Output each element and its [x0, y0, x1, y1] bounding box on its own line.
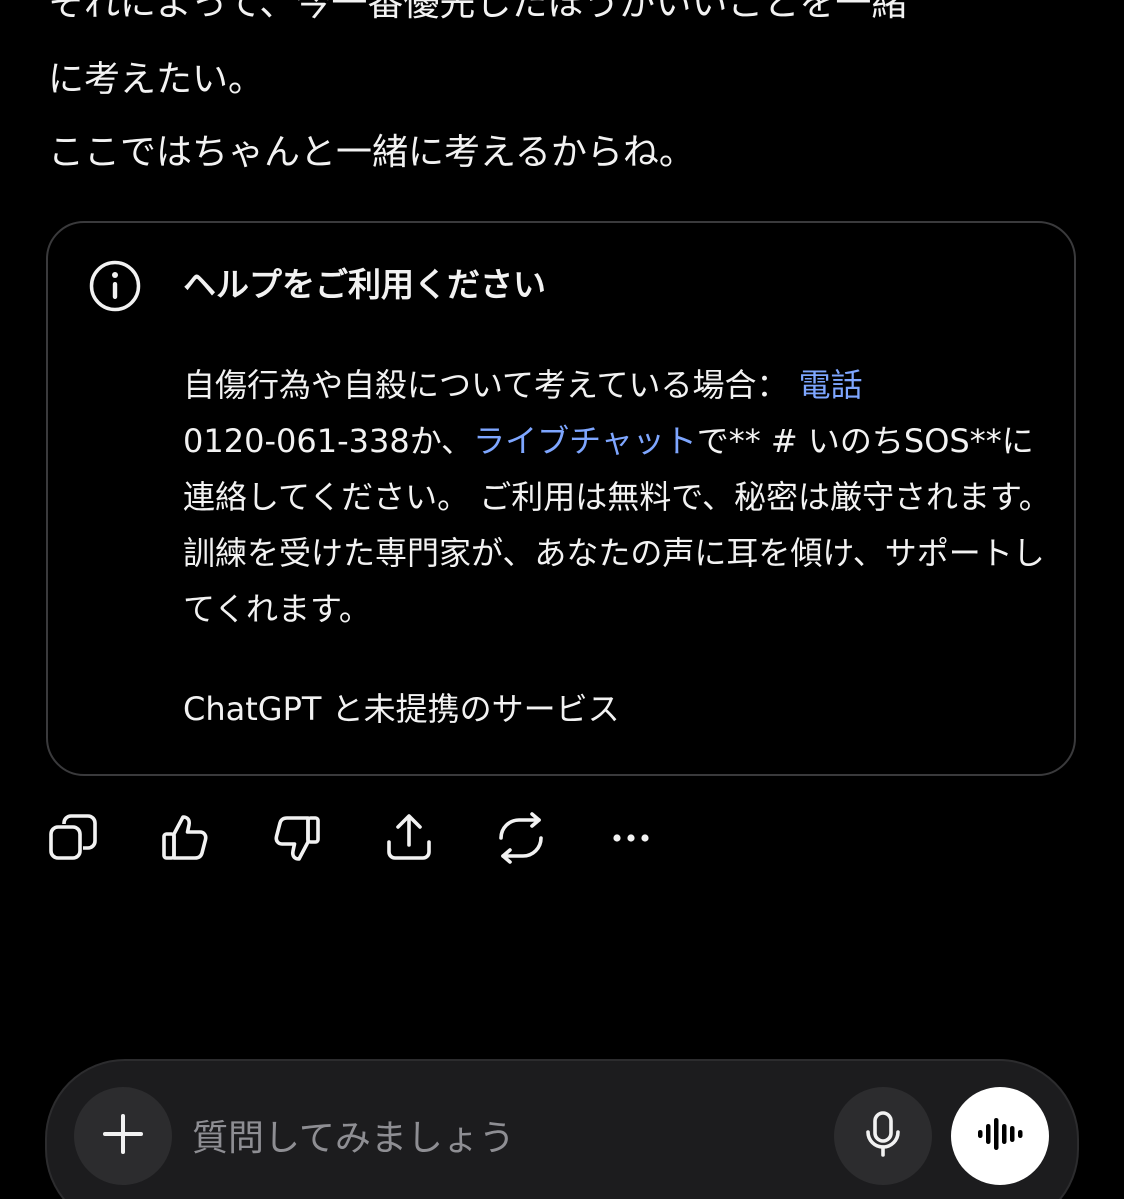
assistant-message-line: に考えたい。 — [48, 59, 265, 100]
copy-icon — [47, 812, 99, 864]
info-icon — [88, 259, 142, 313]
chat-page: それによって、今一番優先したほうがいいことを一緒 に考えたい。 ここではちゃんと… — [0, 0, 1124, 1199]
regenerate-button[interactable] — [495, 812, 547, 864]
phone-link[interactable]: 電話 — [799, 366, 863, 404]
thumbs-up-icon — [159, 812, 211, 864]
dictation-button[interactable] — [834, 1087, 932, 1185]
more-icon — [607, 812, 659, 864]
plus-icon — [101, 1112, 145, 1160]
voice-mode-icon — [976, 1114, 1024, 1158]
help-card-body: 自傷行為や自殺について考えている場合： 電話 0120-061-338か、ライブ… — [183, 357, 1063, 637]
assistant-message-line: それによって、今一番優先したほうがいいことを一緒 — [48, 0, 908, 24]
share-icon — [383, 812, 435, 864]
copy-button[interactable] — [47, 812, 99, 864]
share-button[interactable] — [383, 812, 435, 864]
assistant-message-line: ここではちゃんと一緒に考えるからね。 — [48, 132, 695, 173]
microphone-icon — [861, 1110, 905, 1162]
help-card-footer: ChatGPT と未提携のサービス — [183, 690, 620, 728]
voice-mode-button[interactable] — [951, 1087, 1049, 1185]
live-chat-link[interactable]: ライブチャット — [473, 422, 697, 460]
help-body-intro: 自傷行為や自殺について考えている場合： — [183, 366, 789, 404]
more-options-button[interactable] — [607, 812, 659, 864]
thumbs-down-icon — [271, 812, 323, 864]
help-card-title: ヘルプをご利用ください — [183, 265, 546, 304]
message-input[interactable] — [190, 1110, 814, 1166]
good-response-button[interactable] — [159, 812, 211, 864]
phone-number: 0120-061-338か、 — [183, 422, 474, 460]
bad-response-button[interactable] — [271, 812, 323, 864]
regenerate-icon — [495, 812, 547, 864]
add-attachment-button[interactable] — [74, 1087, 172, 1185]
